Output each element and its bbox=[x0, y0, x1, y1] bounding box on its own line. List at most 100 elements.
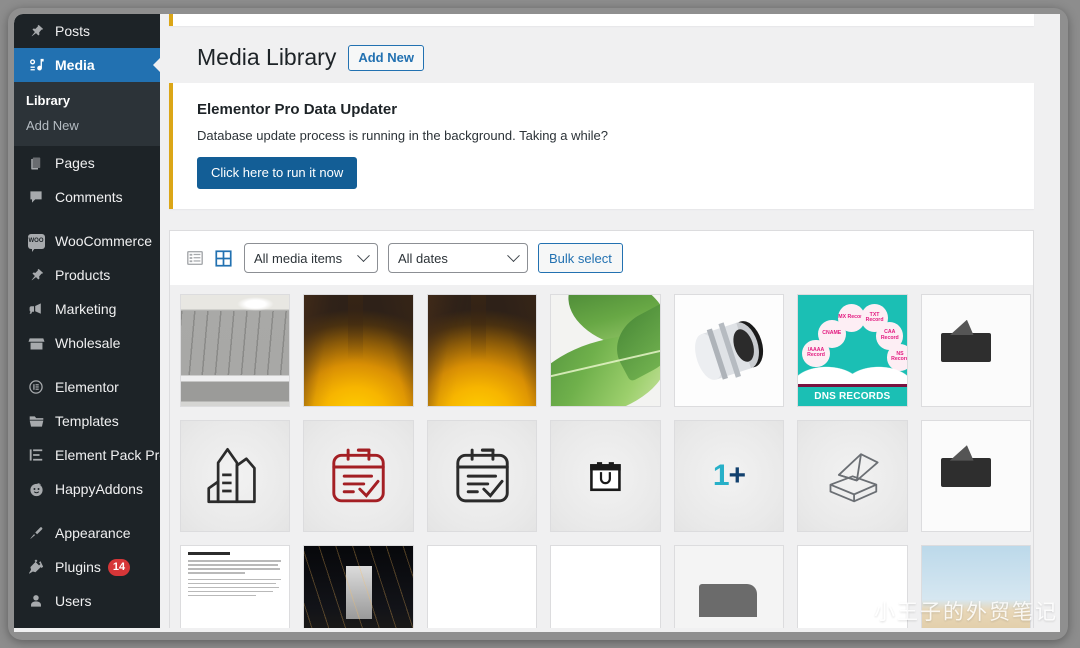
thumbnail-image: 1+ bbox=[674, 420, 784, 532]
media-item-dark-calendar-icon[interactable] bbox=[426, 419, 538, 533]
view-mode-switch bbox=[184, 247, 234, 269]
media-item-night-factory-photo[interactable] bbox=[303, 545, 414, 628]
thumbnail-image bbox=[181, 295, 290, 406]
media-item-yellow-petal-photo[interactable] bbox=[303, 294, 414, 407]
media-type-filter-select[interactable]: All media items bbox=[244, 243, 378, 274]
sidebar-item-media[interactable]: Media bbox=[14, 48, 160, 82]
media-item-camlock-coupling[interactable] bbox=[673, 294, 785, 407]
page-title: Media Library bbox=[197, 44, 337, 70]
media-item-dns-records-graphic[interactable]: /AAAA Record CNAME MX Record TXT Record … bbox=[797, 294, 908, 407]
sidebar-item-appearance[interactable]: Appearance bbox=[14, 516, 160, 550]
thumbnail-image bbox=[551, 295, 660, 406]
media-item-green-leaf-photo[interactable] bbox=[550, 294, 661, 407]
sidebar-item-label: Pages bbox=[55, 155, 95, 171]
media-item-red-calendar-icon[interactable] bbox=[303, 419, 414, 533]
grid-view-icon[interactable] bbox=[212, 247, 234, 269]
sidebar-separator bbox=[14, 214, 160, 224]
sidebar-item-element-pack-pro[interactable]: Element Pack Pro bbox=[14, 438, 160, 472]
media-submenu: Library Add New bbox=[14, 82, 160, 146]
thumbnail-image bbox=[921, 420, 1030, 532]
sidebar-separator bbox=[14, 360, 160, 370]
thumbnail-image bbox=[798, 420, 907, 532]
media-item-white-item[interactable] bbox=[797, 545, 908, 628]
sidebar-item-woocommerce[interactable]: WOO WooCommerce bbox=[14, 224, 160, 258]
sidebar-item-label: Element Pack Pro bbox=[55, 447, 160, 463]
one-plus-text: 1+ bbox=[712, 459, 746, 493]
thumbnail-image bbox=[798, 546, 907, 628]
sidebar-item-elementor[interactable]: Elementor bbox=[14, 370, 160, 404]
sidebar-item-plugins[interactable]: Plugins 14 bbox=[14, 550, 160, 584]
media-grid: /AAAA Record CNAME MX Record TXT Record … bbox=[170, 294, 1033, 628]
list-view-icon[interactable] bbox=[184, 247, 206, 269]
media-item-building-icon-image[interactable] bbox=[180, 419, 291, 533]
plugins-update-badge: 14 bbox=[107, 558, 131, 576]
sidebar-item-label: Wholesale bbox=[55, 335, 121, 351]
sidebar-item-happyaddons[interactable]: HappyAddons bbox=[14, 472, 160, 506]
sidebar-item-users[interactable]: Users bbox=[14, 584, 160, 618]
media-item-open-box-icon[interactable] bbox=[797, 419, 908, 533]
elementor-icon bbox=[26, 377, 46, 397]
media-item-beach-photo[interactable] bbox=[920, 545, 1031, 628]
thumbnail-image bbox=[181, 420, 290, 532]
date-filter-select[interactable]: All dates bbox=[388, 243, 528, 274]
sidebar-item-label: Elementor bbox=[55, 379, 119, 395]
sidebar-item-label: Marketing bbox=[55, 301, 117, 317]
media-item-partial-2[interactable] bbox=[920, 419, 1031, 533]
media-grid-frame: /AAAA Record CNAME MX Record TXT Record … bbox=[169, 285, 1034, 628]
submenu-item-library[interactable]: Library bbox=[14, 88, 160, 113]
sidebar-item-products[interactable]: Products bbox=[14, 258, 160, 292]
add-new-button[interactable]: Add New bbox=[348, 44, 424, 72]
thumbnail-image bbox=[181, 546, 290, 628]
sidebar-item-comments[interactable]: Comments bbox=[14, 180, 160, 214]
thumbnail-image bbox=[427, 295, 537, 406]
sidebar-item-pages[interactable]: Pages bbox=[14, 146, 160, 180]
admin-sidebar: Posts Media Library Add New Pages Commen… bbox=[14, 14, 160, 628]
sidebar-item-label: Products bbox=[55, 267, 111, 283]
plug-icon bbox=[26, 557, 46, 577]
thumbnail-image bbox=[551, 420, 660, 532]
submenu-item-add-new[interactable]: Add New bbox=[14, 113, 160, 138]
media-item-partial-1[interactable] bbox=[920, 294, 1031, 407]
media-item-yellow-petal-photo-2[interactable] bbox=[426, 294, 538, 407]
sidebar-item-wholesale[interactable]: Wholesale bbox=[14, 326, 160, 360]
sidebar-item-partial[interactable] bbox=[14, 618, 160, 628]
media-toolbar: All media items All dates Bulk select bbox=[169, 230, 1034, 286]
run-update-button[interactable]: Click here to run it now bbox=[197, 156, 358, 190]
woocommerce-icon: WOO bbox=[26, 231, 46, 252]
notice-text: Database update process is running in th… bbox=[197, 127, 608, 143]
thumbnail-image bbox=[427, 546, 537, 628]
media-item-blank-white-image[interactable] bbox=[426, 545, 538, 628]
media-item-deck-photo[interactable] bbox=[180, 294, 291, 407]
sidebar-item-label: Templates bbox=[55, 413, 119, 429]
media-type-filter-value: All media items bbox=[254, 250, 343, 266]
thumbnail-image bbox=[427, 420, 537, 532]
thumbnail-image: /AAAA Record CNAME MX Record TXT Record … bbox=[798, 295, 907, 406]
pin-icon bbox=[26, 21, 46, 41]
thumbnail-image bbox=[921, 546, 1030, 628]
sidebar-item-posts[interactable]: Posts bbox=[14, 14, 160, 48]
sidebar-item-label: Media bbox=[55, 57, 95, 73]
media-item-one-plus-graphic[interactable]: 1+ bbox=[673, 419, 785, 533]
sidebar-item-marketing[interactable]: Marketing bbox=[14, 292, 160, 326]
media-item-shopping-bag-icon[interactable] bbox=[550, 419, 661, 533]
wordpress-admin-window: Posts Media Library Add New Pages Commen… bbox=[14, 14, 1060, 632]
page-header: Media Library Add New bbox=[160, 30, 1060, 83]
media-item-grey-placeholder[interactable] bbox=[550, 545, 661, 628]
notice-title: Elementor Pro Data Updater bbox=[197, 100, 398, 118]
media-item-truck-graphic[interactable] bbox=[673, 545, 785, 628]
sidebar-item-label: HappyAddons bbox=[55, 481, 143, 497]
store-icon bbox=[26, 333, 46, 353]
media-item-document-scan[interactable] bbox=[180, 545, 291, 628]
megaphone-icon bbox=[26, 299, 46, 319]
thumbnail-image bbox=[921, 295, 1030, 406]
sidebar-item-label: Comments bbox=[55, 189, 123, 205]
top-notice-partial bbox=[169, 14, 1034, 26]
sidebar-item-templates[interactable]: Templates bbox=[14, 404, 160, 438]
date-filter-value: All dates bbox=[398, 250, 448, 266]
bulk-select-button[interactable]: Bulk select bbox=[538, 243, 623, 274]
media-icon bbox=[26, 55, 46, 75]
sidebar-separator bbox=[14, 506, 160, 516]
thumbnail-image bbox=[304, 546, 413, 628]
element-pack-icon bbox=[26, 445, 46, 465]
elementor-updater-notice: Elementor Pro Data Updater Database upda… bbox=[169, 82, 1034, 210]
